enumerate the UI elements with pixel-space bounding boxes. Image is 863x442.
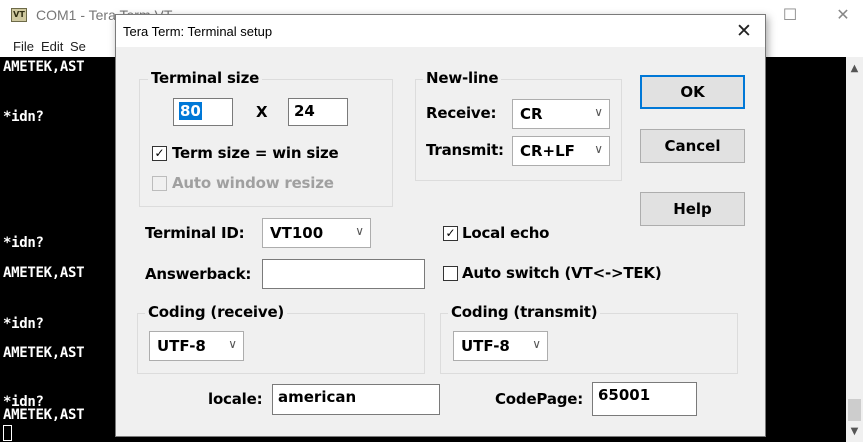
local-echo-label: Local echo [462, 224, 550, 242]
help-button[interactable]: Help [640, 192, 745, 226]
menu-edit[interactable]: Edit [41, 39, 63, 54]
close-icon[interactable]: ✕ [828, 4, 858, 26]
terminal-line: AMETEK,AST [3, 265, 85, 281]
newline-label: New-line [423, 69, 502, 87]
terminal-line: *idn? [3, 316, 44, 332]
coding-receive-label: Coding (receive) [145, 303, 288, 321]
codepage-input[interactable]: 65001 [592, 382, 697, 416]
auto-switch-label: Auto switch (VT<->TEK) [462, 264, 662, 282]
scroll-down-icon[interactable]: ▼ [846, 424, 863, 440]
cancel-button[interactable]: Cancel [640, 129, 745, 163]
term-size-win-size-label: Term size = win size [172, 144, 339, 162]
terminal-setup-dialog: Tera Term: Terminal setup ✕ Terminal siz… [115, 14, 766, 437]
receive-select[interactable]: CR ∨ [512, 99, 610, 129]
terminal-id-select[interactable]: VT100 ∨ [262, 218, 371, 248]
transmit-select[interactable]: CR+LF ∨ [512, 136, 610, 166]
size-separator: X [256, 103, 268, 121]
locale-label: locale: [208, 390, 263, 408]
terminal-cursor [3, 425, 12, 441]
coding-transmit-select[interactable]: UTF-8 ∨ [453, 331, 548, 361]
scrollbar-thumb[interactable] [848, 399, 861, 421]
terminal-width-input[interactable]: 80 [173, 98, 233, 126]
dialog-title: Tera Term: Terminal setup [123, 24, 273, 39]
dialog-titlebar: Tera Term: Terminal setup ✕ [116, 15, 765, 47]
terminal-line: AMETEK,AST [3, 345, 85, 361]
coding-transmit-value: UTF-8 [461, 337, 510, 355]
terminal-line: AMETEK,AST [3, 407, 85, 423]
terminal-id-label: Terminal ID: [145, 224, 245, 242]
chevron-down-icon: ∨ [228, 337, 237, 351]
scroll-up-icon[interactable]: ▲ [846, 61, 863, 77]
auto-window-resize-checkbox [152, 176, 167, 191]
chevron-down-icon: ∨ [594, 105, 603, 119]
codepage-label: CodePage: [495, 390, 584, 408]
coding-receive-select[interactable]: UTF-8 ∨ [149, 331, 244, 361]
auto-switch-checkbox[interactable] [443, 266, 458, 281]
menu-setup[interactable]: Se [70, 39, 86, 54]
locale-input[interactable]: american [272, 384, 440, 415]
maximize-icon[interactable]: ☐ [775, 4, 805, 26]
terminal-scrollbar[interactable]: ▲ ▼ [846, 57, 863, 442]
auto-window-resize-label: Auto window resize [172, 174, 334, 192]
term-size-win-size-checkbox[interactable]: ✓ [152, 146, 167, 161]
receive-label: Receive: [426, 104, 497, 122]
ok-button[interactable]: OK [640, 75, 745, 109]
terminal-line: AMETEK,AST [3, 59, 85, 75]
coding-transmit-label: Coding (transmit) [448, 303, 601, 321]
local-echo-checkbox[interactable]: ✓ [443, 226, 458, 241]
transmit-value: CR+LF [520, 142, 575, 160]
terminal-line: *idn? [3, 235, 44, 251]
coding-receive-value: UTF-8 [157, 337, 206, 355]
chevron-down-icon: ∨ [532, 337, 541, 351]
terminal-height-input[interactable]: 24 [288, 98, 348, 126]
menu-file[interactable]: File [13, 39, 34, 54]
answerback-input[interactable] [262, 259, 425, 289]
terminal-line: *idn? [3, 109, 44, 125]
receive-value: CR [520, 105, 543, 123]
chevron-down-icon: ∨ [594, 142, 603, 156]
chevron-down-icon: ∨ [355, 224, 364, 238]
tera-term-app-icon: VT [11, 8, 27, 22]
answerback-label: Answerback: [145, 265, 252, 283]
transmit-label: Transmit: [426, 141, 504, 159]
terminal-id-value: VT100 [270, 224, 324, 242]
terminal-size-label: Terminal size [148, 69, 263, 87]
dialog-close-icon[interactable]: ✕ [729, 17, 759, 45]
